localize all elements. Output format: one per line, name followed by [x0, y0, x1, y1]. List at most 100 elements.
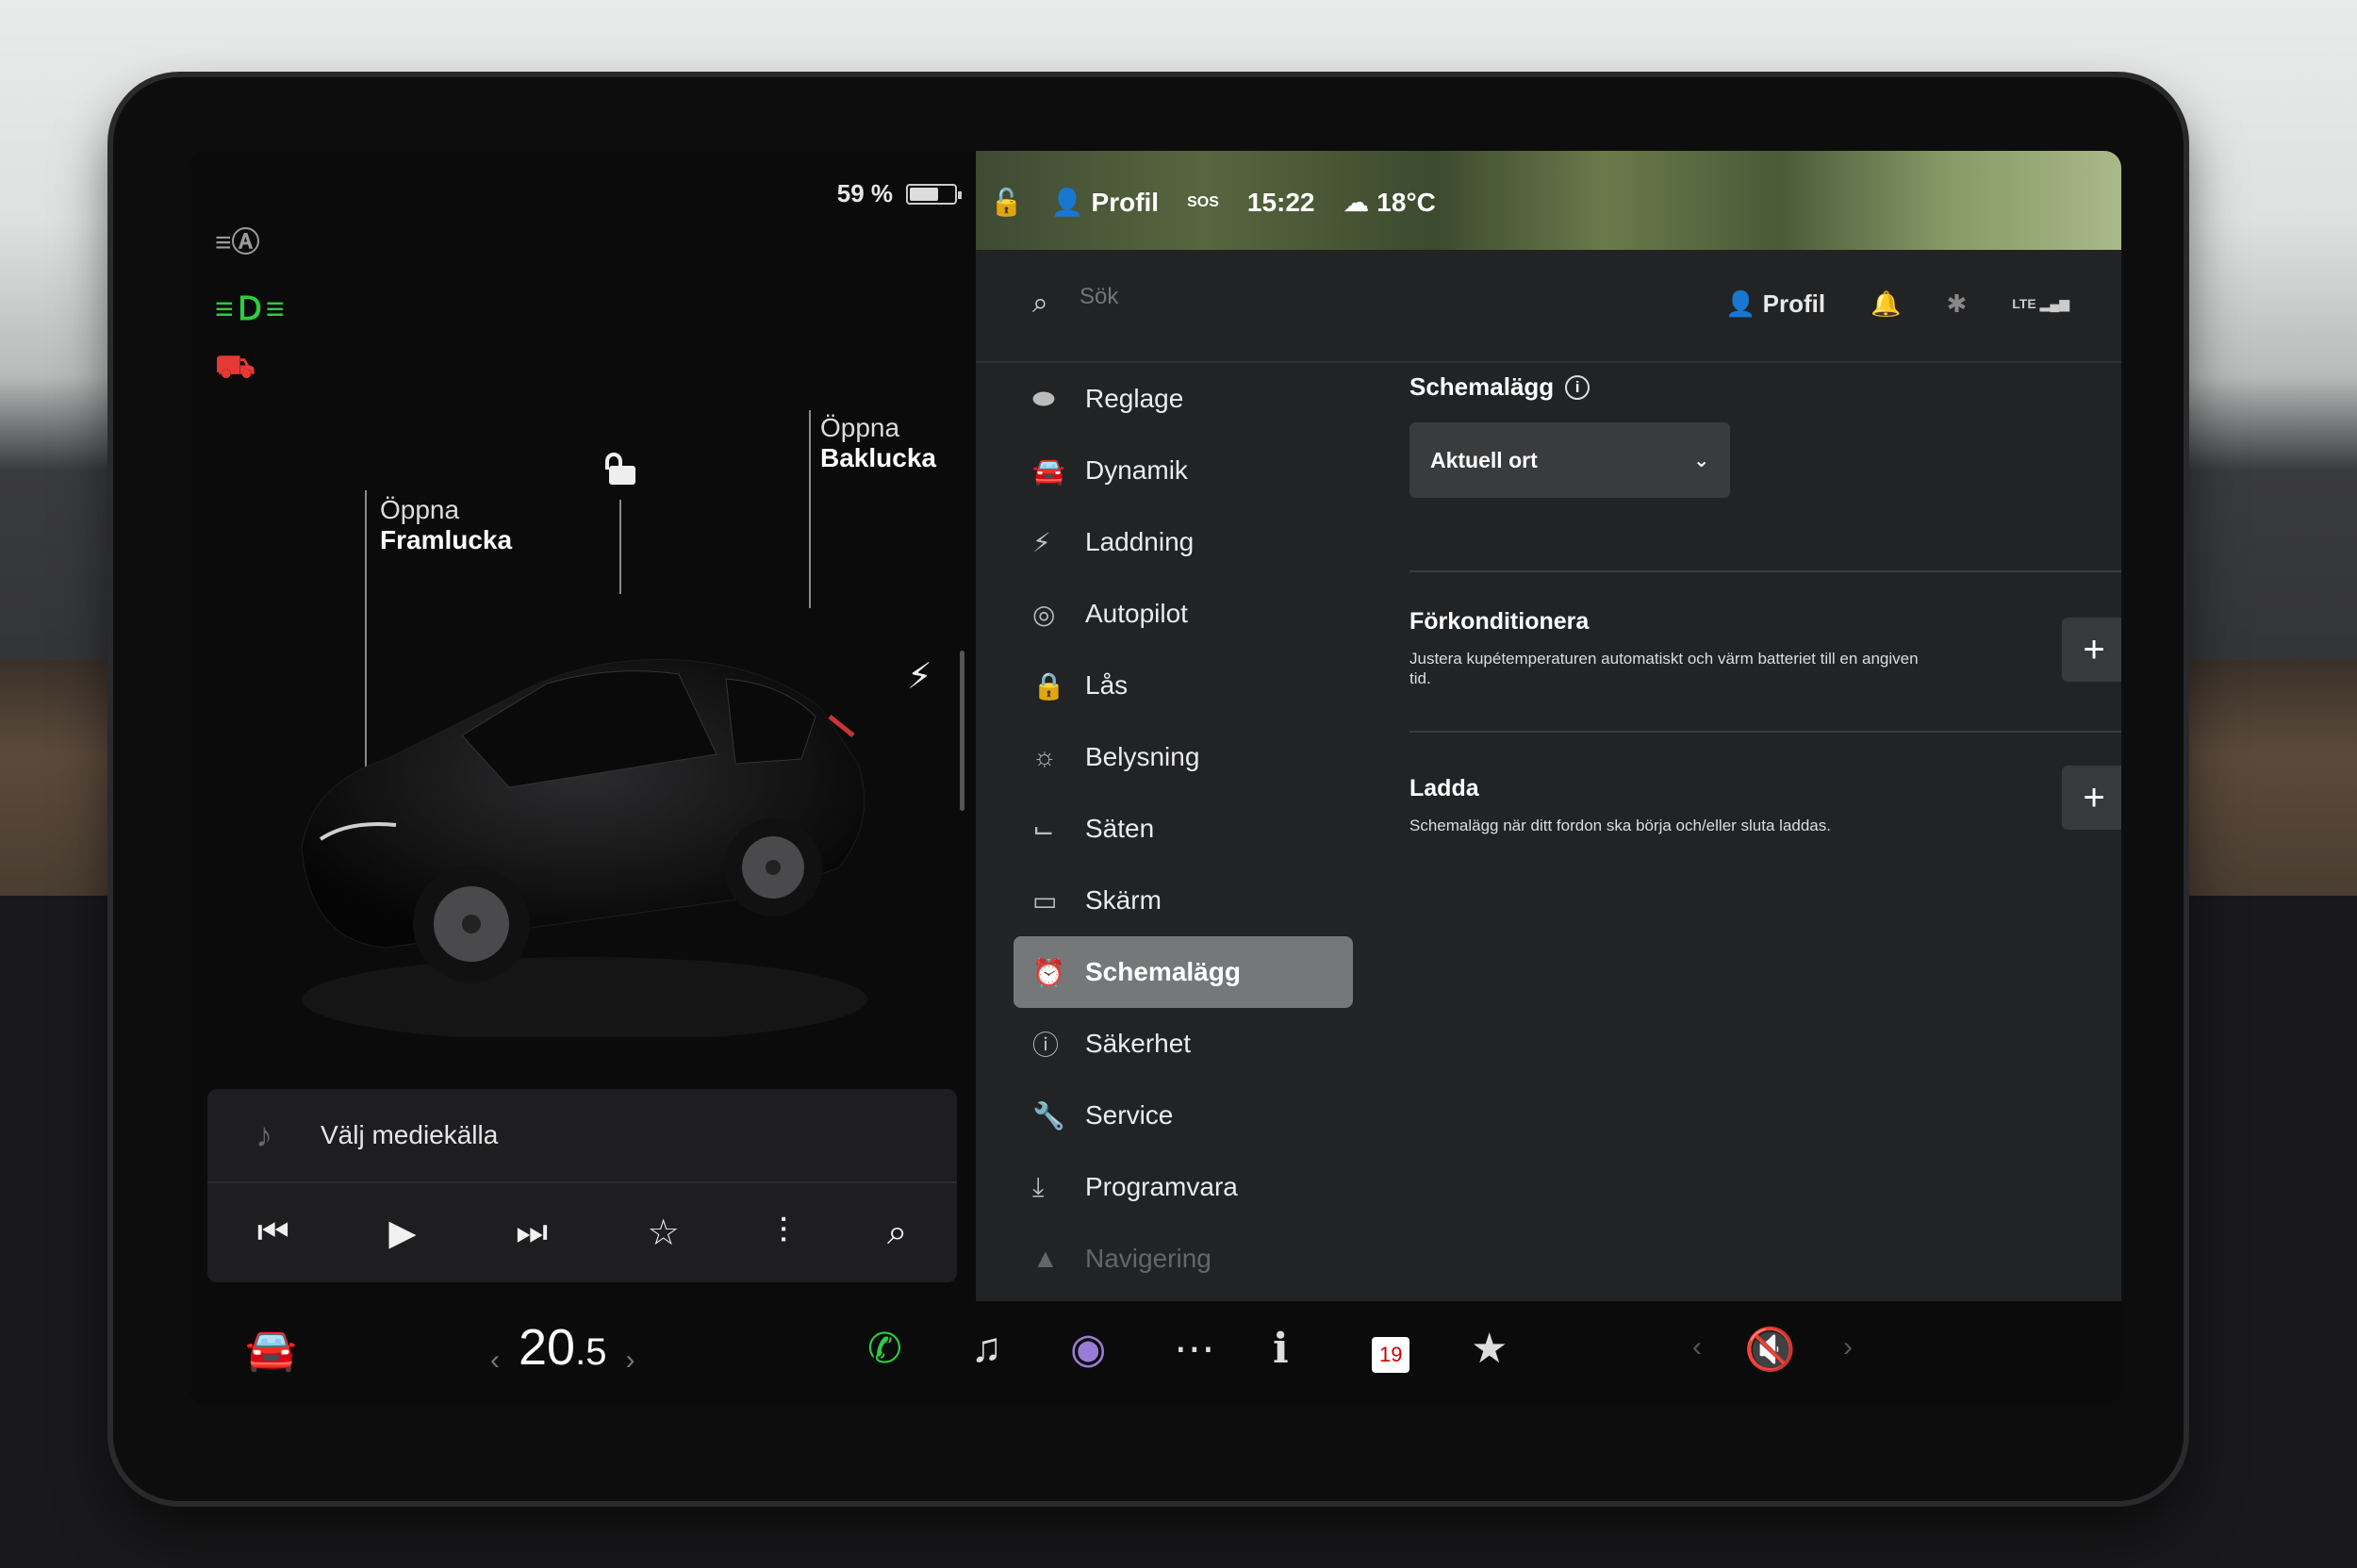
battery-icon — [906, 183, 962, 205]
location-dropdown[interactable]: Aktuell ort ⌄ — [1409, 422, 1730, 498]
media-search-icon[interactable]: ⌕ — [887, 1213, 907, 1253]
car-model-image — [301, 659, 867, 1037]
schedule-heading: Schemalägg i — [1409, 372, 2121, 402]
media-controls: ⏮ ▶ ⏭ ☆ ⫶ ⌕ — [207, 1188, 957, 1278]
info-icon[interactable]: i — [1565, 374, 1591, 400]
media-player: ♪ Välj mediekälla ⏮ ▶ ⏭ ☆ ⫶ ⌕ — [207, 1089, 957, 1282]
volume-muted-icon[interactable]: 🔇 — [1744, 1325, 1796, 1374]
toybox-icon[interactable]: ★ — [1471, 1325, 1508, 1373]
download-icon: ⤓ — [1032, 1171, 1045, 1201]
nav-item-saten[interactable]: ⌙ Säten — [1014, 793, 1353, 865]
location-dropdown-value: Aktuell ort — [1430, 447, 1538, 472]
nav-item-dynamik[interactable]: 🚘 Dynamik — [1014, 435, 1353, 506]
add-charge-schedule-button[interactable]: + — [2062, 766, 2121, 830]
manual-info-icon[interactable]: ℹ — [1273, 1325, 1289, 1373]
temp-down-chevron-icon[interactable]: ‹ — [490, 1345, 500, 1377]
music-note-icon: ♪ — [255, 1115, 272, 1154]
camera-icon[interactable]: ◉ — [1070, 1325, 1106, 1373]
settings-nav: ⬬ Reglage 🚘 Dynamik ⚡ Laddning ◎ Autopilot 🔒… — [1014, 363, 1353, 1295]
precondition-title: Förkonditionera — [1409, 608, 1590, 635]
bolt-icon: ⚡ — [1032, 527, 1051, 557]
media-source-label: Välj mediekälla — [321, 1120, 499, 1149]
previous-track-icon[interactable]: ⏮ — [257, 1213, 289, 1253]
car-menu-icon[interactable]: 🚘 — [245, 1325, 297, 1374]
profile-button-label: Profil — [1762, 289, 1826, 318]
sos-icon[interactable]: SOS — [1187, 194, 1219, 211]
weather: ☁ 18°C — [1343, 188, 1436, 217]
media-source-row[interactable]: ♪ Välj mediekälla — [207, 1089, 957, 1183]
nav-item-las[interactable]: 🔒 Lås — [1014, 650, 1353, 721]
nav-item-autopilot[interactable]: ◎ Autopilot — [1014, 578, 1353, 650]
settings-header: ⌕ 👤 Profil 🔔 ✱ LTE ▂▄▆ — [976, 250, 2121, 363]
nav-item-programvara[interactable]: ⤓ Programvara — [1014, 1151, 1353, 1223]
alarm-clock-icon: ⏰ — [1032, 957, 1065, 987]
nav-item-navigering[interactable]: ▲ Navigering — [1014, 1223, 1353, 1295]
weather-temp: 18°C — [1376, 188, 1436, 217]
schedule-title: Schemalägg — [1409, 372, 1555, 401]
display-icon: ▭ — [1032, 885, 1058, 916]
alert-icon: ⓘ — [1032, 1031, 1060, 1060]
climate-control[interactable]: ‹ 20.5 › — [490, 1318, 635, 1377]
trailer-icon[interactable]: ⛟ — [215, 349, 255, 390]
favorite-star-icon[interactable]: ☆ — [648, 1212, 680, 1254]
charge-title: Ladda — [1409, 775, 1479, 801]
auto-headlight-icon[interactable]: ≡Ⓐ — [215, 219, 260, 260]
volume-up-chevron-icon[interactable]: › — [1843, 1331, 1853, 1363]
car-view-panel: 59 % ≡Ⓐ ≡Ｄ≡ ⛟ Öppna Framlucka Öppna Bakl… — [189, 151, 976, 1301]
wrench-icon: 🔧 — [1032, 1100, 1065, 1131]
temp-up-chevron-icon[interactable]: › — [625, 1345, 635, 1377]
navigation-icon: ▲ — [1032, 1244, 1059, 1273]
calendar-icon[interactable]: 19 — [1372, 1337, 1410, 1373]
play-icon[interactable]: ▶ — [388, 1212, 416, 1254]
open-trunk-button[interactable]: Öppna Baklucka — [820, 413, 936, 473]
phone-icon[interactable]: ✆ — [867, 1325, 902, 1373]
music-icon[interactable]: ♫ — [971, 1325, 1002, 1372]
trunk-label-line2: Baklucka — [820, 443, 936, 473]
charge-port-icon[interactable]: ⚡ — [907, 655, 932, 698]
car-icon: 🚘 — [1032, 455, 1065, 486]
settings-panel: 🔓 👤 Profil SOS 15:22 ☁ 18°C ⌕ 👤 Profil 🔔… — [976, 151, 2121, 1301]
bell-icon[interactable]: 🔔 — [1871, 289, 1901, 319]
bluetooth-icon[interactable]: ✱ — [1946, 289, 1967, 319]
nav-item-skarm[interactable]: ▭ Skärm — [1014, 865, 1353, 936]
nav-item-laddning[interactable]: ⚡ Laddning — [1014, 506, 1353, 578]
lte-signal-icon: LTE ▂▄▆ — [2012, 296, 2069, 311]
battery-status: 59 % — [836, 179, 962, 208]
bottom-bar: 🚘 ‹ 20.5 › ✆ ♫ ◉ ⋯ ℹ 19 ★ ‹ 🔇 › — [189, 1301, 2121, 1405]
lock-status-icon[interactable]: 🔓 — [990, 187, 1023, 218]
nav-item-schemalagg[interactable]: ⏰ Schemalägg — [1014, 936, 1353, 1008]
parking-lights-icon[interactable]: ≡Ｄ≡ — [215, 283, 285, 329]
lock-callout-line — [619, 500, 621, 594]
trunk-callout-line — [809, 410, 811, 608]
profile-shortcut[interactable]: 👤 Profil — [1051, 187, 1159, 218]
search-icon[interactable]: ⌕ — [1032, 288, 1048, 320]
left-pane-divider-handle[interactable] — [960, 651, 964, 811]
volume-down-chevron-icon[interactable]: ‹ — [1692, 1331, 1702, 1363]
precondition-description: Justera kupétemperaturen automatiskt och… — [1409, 650, 1919, 688]
chevron-down-icon: ⌄ — [1693, 450, 1709, 471]
top-status-bar: 🔓 👤 Profil SOS 15:22 ☁ 18°C — [990, 187, 1436, 218]
search-input[interactable] — [1080, 284, 1551, 310]
add-precondition-button[interactable]: + — [2062, 618, 2121, 682]
precondition-row: Förkonditionera Justera kupétemperaturen… — [1409, 570, 2121, 731]
header-right-controls: 👤 Profil 🔔 ✱ LTE ▂▄▆ — [1725, 289, 2069, 319]
temperature-value: 20.5 — [519, 1319, 607, 1376]
next-track-icon[interactable]: ⏭ — [516, 1213, 548, 1253]
more-apps-icon[interactable]: ⋯ — [1174, 1325, 1215, 1373]
nav-item-sakerhet[interactable]: ⓘ Säkerhet — [1014, 1008, 1353, 1080]
touchscreen: 59 % ≡Ⓐ ≡Ｄ≡ ⛟ Öppna Framlucka Öppna Bakl… — [189, 151, 2121, 1405]
schedule-content: Schemalägg i Aktuell ort ⌄ Förkonditione… — [1409, 372, 2121, 834]
nav-item-service[interactable]: 🔧 Service — [1014, 1080, 1353, 1151]
open-frunk-button[interactable]: Öppna Framlucka — [380, 495, 512, 555]
frunk-label-line2: Framlucka — [380, 525, 513, 555]
unlock-icon[interactable] — [603, 453, 637, 485]
charge-description: Schemalägg när ditt fordon ska börja och… — [1409, 817, 1831, 834]
profile-button[interactable]: 👤 Profil — [1725, 289, 1825, 319]
nav-item-reglage[interactable]: ⬬ Reglage — [1014, 363, 1353, 435]
equalizer-icon[interactable]: ⫶ — [779, 1213, 788, 1253]
profile-label: Profil — [1091, 188, 1160, 217]
sun-icon: ☼ — [1032, 742, 1057, 771]
nav-item-belysning[interactable]: ☼ Belysning — [1014, 721, 1353, 793]
battery-percent: 59 % — [836, 179, 893, 207]
lock-icon: 🔒 — [1032, 670, 1065, 701]
